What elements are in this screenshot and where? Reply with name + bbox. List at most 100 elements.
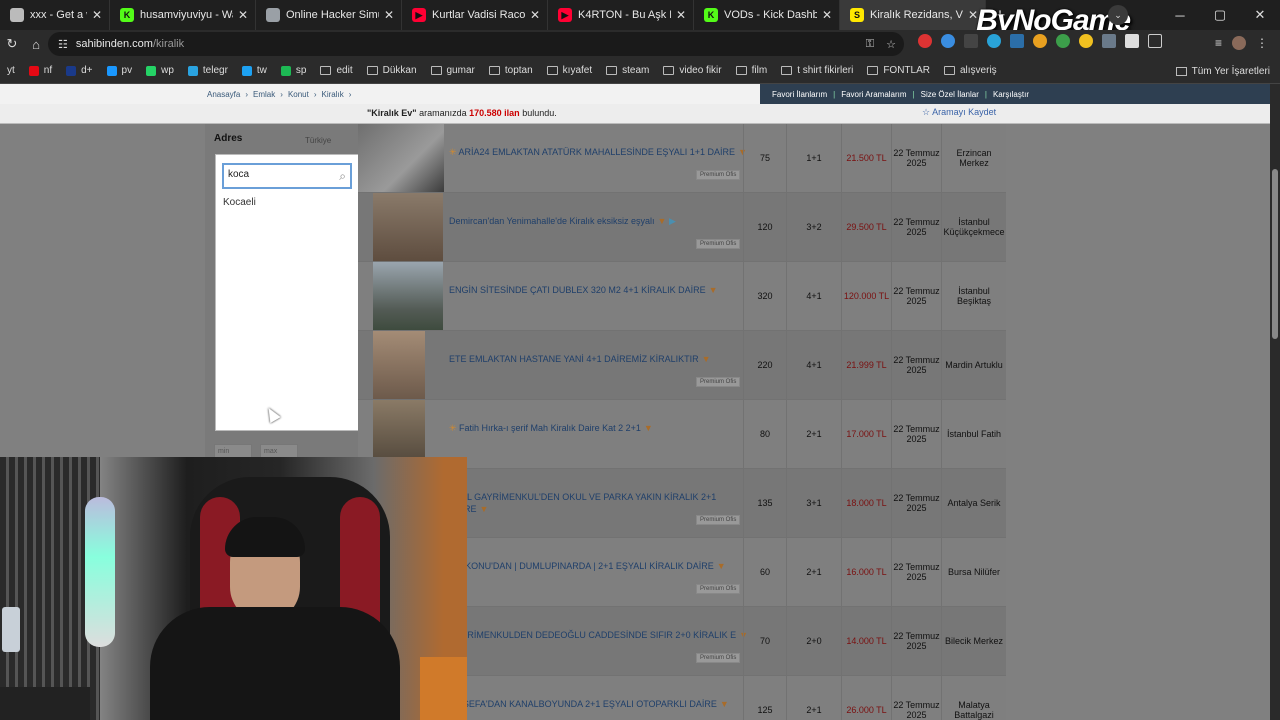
bookmark-item[interactable]: kıyafet [540,65,599,76]
bookmark-item[interactable]: FONTLAR [860,65,937,76]
breadcrumb-item[interactable]: Konut [288,90,309,99]
extension-icon[interactable] [1079,34,1093,48]
bookmark-item[interactable]: nf [22,65,59,76]
listing-date: 22 Temmuz 2025 [891,193,941,261]
save-search-link[interactable]: ☆ Aramayı Kaydet [922,107,996,118]
address-search-box[interactable]: ⌕ [222,163,352,189]
listing-row[interactable]: ✳ ARİA24 EMLAKTAN ATATÜRK MAHALLESİNDE E… [358,124,1006,193]
bookmark-item[interactable]: telegr [181,65,235,76]
page-scrollbar[interactable] [1270,84,1280,720]
listing-title-link[interactable]: NİL KONU'DAN | DUMLUPINARDA | 2+1 EŞYALI… [449,560,749,572]
listing-area: 75 [743,124,786,192]
breadcrumb-item[interactable]: Anasayfa [207,90,240,99]
bookmark-star-icon[interactable]: ☆ [886,38,896,51]
listing-title-link[interactable]: ✳ Fatih Hırka-ı şerif Mah Kiralık Daire … [449,422,749,434]
bookmark-item[interactable]: film [729,65,775,76]
bookmark-label: edit [336,65,353,76]
browser-tab[interactable]: xxx - Get a way (club re ✕ [0,0,110,30]
address-bar[interactable]: ☷ sahibinden.com/kiralik ⚿ ☆ [48,32,904,56]
tab-close-icon[interactable]: ✕ [384,8,394,22]
extension-icon[interactable] [987,34,1001,48]
top-link[interactable]: Favori Aramalarım [841,90,906,99]
reload-icon[interactable]: ↻ [0,36,24,52]
extension-icon[interactable] [941,34,955,48]
bookmark-item[interactable]: tw [235,65,274,76]
bookmark-item[interactable]: video fikir [656,65,728,76]
close-window-button[interactable]: ✕ [1240,0,1280,30]
listing-title-link[interactable]: ET SEFA'DAN KANALBOYUNDA 2+1 EŞYALI OTOP… [449,698,749,710]
top-link[interactable]: Karşılaştır [993,90,1029,99]
extension-icon[interactable] [1056,34,1070,48]
bookmark-item[interactable]: t shirt fikirleri [774,65,860,76]
bookmark-item[interactable]: gumar [424,65,482,76]
listing-title-link[interactable]: GAYRİMENKULDEN DEDEOĞLU CADDESİNDE SIFIR… [449,629,749,641]
browser-tab[interactable]: ▶ Kurtlar Vadisi Racon Müzi ✕ [402,0,548,30]
bookmark-item[interactable]: wp [139,65,181,76]
listing-title-link[interactable]: ENGİN SİTESİNDE ÇATI DUBLEX 320 M2 4+1 K… [449,284,749,296]
premium-badge: Premium Ofis [696,239,741,249]
listing-row[interactable]: ENGİN SİTESİNDE ÇATI DUBLEX 320 M2 4+1 K… [358,262,1006,331]
bookmark-item[interactable]: alışveriş [937,65,1004,76]
listing-title-link[interactable]: ETE EMLAKTAN HASTANE YANİ 4+1 DAİREMİZ K… [449,353,749,365]
tab-close-icon[interactable]: ✕ [238,8,248,22]
search-icon[interactable]: ⌕ [339,169,346,184]
extension-icon[interactable] [1102,34,1116,48]
site-info-icon[interactable]: ☷ [58,38,68,51]
tab-close-icon[interactable]: ✕ [92,8,102,22]
tab-search-icon[interactable]: ⌄ [1108,5,1128,25]
listing-title-link[interactable]: Demircan'dan Yenimahalle'de Kiralık eksi… [449,215,749,227]
scrollbar-thumb[interactable] [1272,169,1278,339]
bookmark-item[interactable]: pv [100,65,140,76]
listing-thumbnail[interactable] [373,262,443,330]
tab-close-icon[interactable]: ✕ [676,8,686,22]
breadcrumb-item[interactable]: Kiralık [322,90,344,99]
address-suggestion-item[interactable]: Kocaeli [223,197,256,208]
extension-icon[interactable] [964,34,978,48]
browser-tab[interactable]: Online Hacker Simulator a ✕ [256,0,402,30]
link-separator: | [984,89,987,99]
pin-icon: ▼ [643,423,653,433]
url-path: /kiralik [152,38,185,50]
maximize-button[interactable]: ▢ [1200,0,1240,30]
listing-location: Erzincan Merkez [941,124,1006,192]
bookmark-item[interactable]: steam [599,65,656,76]
bookmark-item[interactable]: edit [313,65,359,76]
browser-tab[interactable]: Khusamviyuviyu - Watch th ✕ [110,0,256,30]
bookmark-item[interactable]: yt [0,65,22,76]
password-key-icon[interactable]: ⚿ [866,38,874,51]
tab-close-icon[interactable]: ✕ [530,8,540,22]
all-bookmarks-button[interactable]: Tüm Yer İşaretleri [1175,58,1270,84]
listing-title-link[interactable]: YSAL GAYRİMENKUL'DEN OKUL VE PARKA YAKIN… [449,491,749,515]
reading-list-icon[interactable]: ≡ [1215,36,1222,50]
listing-title-link[interactable]: ✳ ARİA24 EMLAKTAN ATATÜRK MAHALLESİNDE E… [449,146,749,158]
address-search-input[interactable] [228,169,328,180]
avatar[interactable] [1232,36,1246,50]
listing-thumbnail[interactable] [373,331,425,399]
breadcrumb-item[interactable]: Emlak [253,90,275,99]
tab-close-icon[interactable]: ✕ [822,8,832,22]
browser-tab[interactable]: K VODs - Kick Dashboard ✕ [694,0,840,30]
extension-icon[interactable] [1033,34,1047,48]
home-icon[interactable]: ⌂ [24,37,48,52]
browser-tab[interactable]: SKiralık Rezidans, Villa,✕ [840,0,986,30]
listing-thumbnail[interactable] [358,124,444,192]
bookmark-item[interactable]: sp [274,65,314,76]
minimize-button[interactable]: ─ [1160,0,1200,30]
bookmark-item[interactable]: toptan [482,65,540,76]
listing-rooms: 3+2 [786,193,841,261]
extensions-puzzle-icon[interactable] [1148,34,1162,48]
top-link[interactable]: Favori İlanlarım [772,90,827,99]
top-link[interactable]: Size Özel İlanlar [921,90,979,99]
browser-tab[interactable]: ▶ K4RTON - Bu Aşk Fazla Sa ✕ [548,0,694,30]
extension-icon[interactable] [1010,34,1024,48]
bookmark-item[interactable]: d+ [59,65,99,76]
more-menu-icon[interactable]: ⋮ [1256,36,1268,50]
listing-thumbnail[interactable] [373,193,443,261]
extension-icon[interactable] [918,34,932,48]
bookmark-item[interactable]: Dükkan [360,65,424,76]
extension-icon[interactable] [1125,34,1139,48]
listing-row[interactable]: ETE EMLAKTAN HASTANE YANİ 4+1 DAİREMİZ K… [358,331,1006,400]
listing-row[interactable]: Demircan'dan Yenimahalle'de Kiralık eksi… [358,193,1006,262]
country-label[interactable]: Türkiye [305,136,331,145]
breadcrumb-separator-icon: › [313,90,317,99]
